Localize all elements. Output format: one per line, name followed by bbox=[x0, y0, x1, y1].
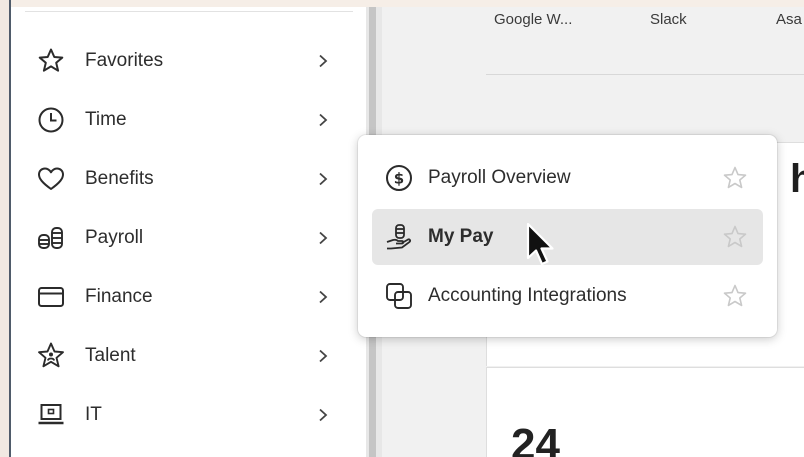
app-link-google-workspace[interactable]: Google W... bbox=[494, 11, 572, 28]
sidebar-item-talent[interactable]: Talent bbox=[11, 326, 366, 385]
card-icon bbox=[35, 281, 67, 313]
app-link-slack[interactable]: Slack bbox=[650, 11, 687, 28]
integration-icon bbox=[384, 281, 414, 311]
sidebar-divider bbox=[25, 11, 353, 12]
favorite-star-icon[interactable] bbox=[722, 165, 748, 191]
payroll-submenu: $ Payroll Overview My Pay Accounting Int… bbox=[358, 135, 777, 337]
coins-icon bbox=[35, 222, 67, 254]
chevron-right-icon bbox=[317, 408, 329, 422]
sidebar-item-label: IT bbox=[85, 403, 102, 425]
submenu-item-payroll-overview[interactable]: $ Payroll Overview bbox=[372, 150, 763, 206]
submenu-item-label: Accounting Integrations bbox=[428, 285, 627, 306]
divider bbox=[486, 74, 804, 75]
chevron-right-icon bbox=[317, 349, 329, 363]
sidebar-item-label: Time bbox=[85, 108, 127, 130]
favorite-star-icon[interactable] bbox=[722, 224, 748, 250]
sidebar-item-favorites[interactable]: Favorites bbox=[11, 31, 366, 90]
favorite-star-icon[interactable] bbox=[722, 283, 748, 309]
chevron-right-icon bbox=[317, 231, 329, 245]
sidebar-item-finance[interactable]: Finance bbox=[11, 267, 366, 326]
sidebar-item-payroll[interactable]: Payroll bbox=[11, 208, 366, 267]
mouse-cursor-icon bbox=[526, 222, 554, 266]
heart-icon bbox=[35, 163, 67, 195]
dollar-circle-icon: $ bbox=[384, 163, 414, 193]
star-icon bbox=[35, 45, 67, 77]
chevron-right-icon bbox=[317, 172, 329, 186]
window-left-edge bbox=[0, 0, 11, 457]
submenu-item-label: My Pay bbox=[428, 226, 494, 247]
page-heading-fragment: h bbox=[790, 157, 804, 201]
submenu-item-my-pay[interactable]: My Pay bbox=[372, 209, 763, 265]
sidebar-item-benefits[interactable]: Benefits bbox=[11, 149, 366, 208]
sidebar-nav: Favorites Time Benefits Payroll Finance … bbox=[11, 7, 366, 457]
sidebar-item-label: Favorites bbox=[85, 49, 164, 71]
submenu-item-accounting-integrations[interactable]: Accounting Integrations bbox=[372, 268, 763, 324]
app-link-asana[interactable]: Asa bbox=[776, 11, 802, 28]
stat-value: 24 bbox=[511, 420, 560, 457]
window-top-edge bbox=[0, 0, 804, 7]
sidebar-item-label: Talent bbox=[85, 344, 136, 366]
sidebar-item-label: Payroll bbox=[85, 226, 144, 248]
chevron-right-icon bbox=[317, 54, 329, 68]
chevron-right-icon bbox=[317, 290, 329, 304]
star-person-icon bbox=[35, 340, 67, 372]
hand-coins-icon bbox=[384, 222, 414, 252]
sidebar-item-time[interactable]: Time bbox=[11, 90, 366, 149]
sidebar-item-label: Benefits bbox=[85, 167, 154, 189]
sidebar-item-label: Finance bbox=[85, 285, 153, 307]
submenu-item-label: Payroll Overview bbox=[428, 167, 571, 188]
apps-row: Google W... Slack Asa bbox=[494, 11, 804, 33]
clock-icon bbox=[35, 104, 67, 136]
chevron-right-icon bbox=[317, 113, 329, 127]
laptop-icon bbox=[35, 399, 67, 431]
sidebar-item-it[interactable]: IT bbox=[11, 385, 366, 444]
stat-card: 24 bbox=[486, 367, 804, 457]
svg-text:$: $ bbox=[394, 170, 404, 188]
